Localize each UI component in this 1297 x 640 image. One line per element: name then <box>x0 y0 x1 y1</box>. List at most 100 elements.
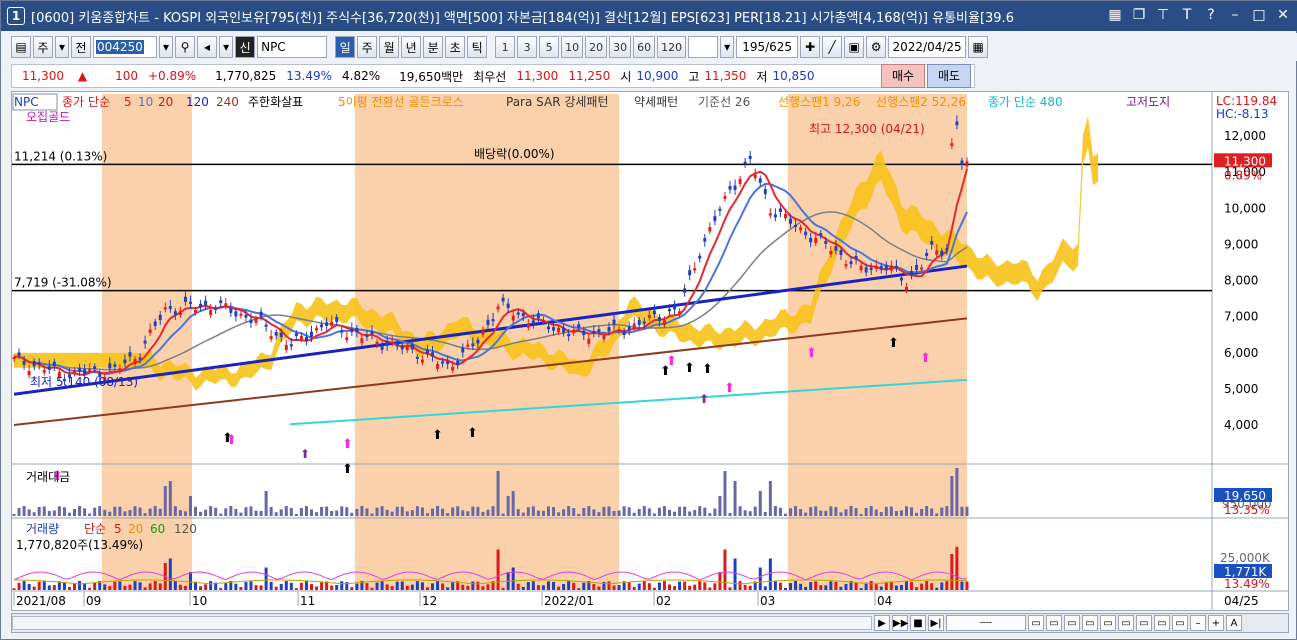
settings-icon[interactable]: ⚙ <box>866 36 887 58</box>
volume-bar <box>27 584 31 590</box>
save-icon[interactable]: ▣ <box>844 36 865 58</box>
period-day-button[interactable]: 일 <box>335 36 356 58</box>
candle-body <box>960 160 964 165</box>
grid-icon[interactable]: ▦ <box>1106 6 1124 24</box>
zoom-in-icon[interactable]: + <box>1208 615 1224 631</box>
period-year-button[interactable]: 년 <box>401 36 422 58</box>
forward-icon[interactable]: ▶▶ <box>892 615 908 631</box>
text-icon[interactable]: A <box>1226 615 1242 631</box>
dropdown-icon[interactable]: ▾ <box>55 36 70 58</box>
layout-icon-3[interactable]: ▭ <box>1064 615 1080 631</box>
current-price: 11,300 ▲ <box>22 69 88 83</box>
period-tick-button[interactable]: 틱 <box>467 36 488 58</box>
calendar-icon[interactable]: ▦ <box>968 36 989 58</box>
trendline-icon[interactable]: ╱ <box>822 36 843 58</box>
interval-1-button[interactable]: 1 <box>495 36 516 58</box>
code-input[interactable]: 004250 <box>93 36 158 58</box>
candle-body <box>814 237 818 244</box>
search-icon[interactable]: ⚲ <box>175 36 196 58</box>
interval-3-button[interactable]: 3 <box>517 36 538 58</box>
layout-icon-4[interactable]: ▭ <box>1082 615 1098 631</box>
interval-60-button[interactable]: 60 <box>633 36 656 58</box>
volume-bar <box>637 583 641 590</box>
volume: 1,770,825 <box>215 69 277 83</box>
volume-bar <box>854 582 858 590</box>
count-field[interactable]: 195/625 <box>736 36 799 58</box>
maximize-icon[interactable]: □ <box>1250 6 1268 24</box>
chart-area[interactable]: ⬆ ⬆ ⬆ ⬆ ⬆ ⬆ ⬆ ⬆ ⬆ ⬆ ⬆ ⬆ ⬆ ⬆ ⬆ ⬆ ⬆ NPC 종가 단순 5 10 20 120 240 주한화… <box>11 91 1289 611</box>
layout-icon-6[interactable]: ▭ <box>1118 615 1134 631</box>
sound-dropdown-icon[interactable]: ▾ <box>219 36 234 58</box>
volume-bar <box>743 584 747 590</box>
layout-icon-5[interactable]: ▭ <box>1100 615 1116 631</box>
interval-30-button[interactable]: 30 <box>609 36 632 58</box>
period-month-button[interactable]: 월 <box>379 36 400 58</box>
restore-icon[interactable]: ❐ <box>1130 6 1148 24</box>
scroll-thumb[interactable] <box>12 616 872 630</box>
x-axis-label: 12 <box>422 594 437 608</box>
chart-scrollbar[interactable]: ▶ ▶▶ ■ ▶| ┄┄ ▭ ▭ ▭ ▭ ▭ ▭ ▭ ▭ ▭ – + A <box>11 613 1289 633</box>
interval-custom-input[interactable] <box>688 36 719 58</box>
amount-bar <box>622 506 626 516</box>
volume-bar <box>123 585 127 590</box>
candle-body <box>123 359 127 364</box>
amount-bar <box>37 506 41 516</box>
volume-ma20: 20 <box>128 522 143 536</box>
stock-chart-svg[interactable]: ⬆⬆⬆ ⬆⬆ ⬆ ⬆⬆⬆⬆ ⬆⬆⬆⬆ ⬆⬆⬆ NPC 종가 단순 5 10 20 120 240 주한화… <box>12 92 1288 610</box>
layout-icon-1[interactable]: ▭ <box>1028 615 1044 631</box>
candle-body <box>476 339 480 344</box>
layout-icon-8[interactable]: ▭ <box>1154 615 1170 631</box>
help-icon[interactable]: ? <box>1202 6 1220 24</box>
legend-senkou2: 선행스팬2 52,26 <box>876 94 966 109</box>
candle-body <box>269 336 273 340</box>
volume-bar <box>113 581 117 590</box>
layout-icon-7[interactable]: ▭ <box>1136 615 1152 631</box>
font-icon[interactable]: T <box>1178 6 1196 24</box>
candle-body <box>789 218 793 224</box>
volume-bar <box>425 587 429 590</box>
date-field[interactable]: 2022/04/25 <box>888 36 967 58</box>
pin-icon[interactable]: ⊤ <box>1154 6 1172 24</box>
candle-body <box>214 307 218 311</box>
period-week-button[interactable]: 주 <box>357 36 378 58</box>
interval-20-button[interactable]: 20 <box>585 36 608 58</box>
zoom-slider[interactable]: ┄┄ <box>946 615 1026 631</box>
prev-button[interactable]: 전 <box>71 36 92 58</box>
sound-icon[interactable]: ◂ <box>197 36 218 58</box>
minimize-icon[interactable]: – <box>1226 6 1244 24</box>
volume-bar <box>778 582 782 590</box>
amount-bar <box>662 506 666 516</box>
stock-name-field[interactable]: NPC <box>257 36 328 58</box>
interval-dropdown-icon[interactable]: ▾ <box>720 36 735 58</box>
layout-icon-2[interactable]: ▭ <box>1046 615 1062 631</box>
period-type-select[interactable]: 주 <box>33 36 53 58</box>
fast-forward-icon[interactable]: ▶| <box>928 615 944 631</box>
zoom-out-icon[interactable]: – <box>1190 615 1206 631</box>
chart-menu-icon[interactable]: ▤ <box>11 36 31 58</box>
amount-bar <box>481 511 485 516</box>
sell-button[interactable]: 매도 <box>927 64 971 88</box>
interval-120-button[interactable]: 120 <box>657 36 687 58</box>
volume-bar <box>355 583 359 590</box>
candle-body <box>284 344 288 351</box>
volume-bar <box>572 582 576 590</box>
period-minute-button[interactable]: 분 <box>423 36 444 58</box>
crosshair-icon[interactable]: ✚ <box>800 36 821 58</box>
interval-10-button[interactable]: 10 <box>561 36 584 58</box>
credit-badge[interactable]: 신 <box>235 36 256 58</box>
amount-bar <box>668 509 672 516</box>
period-second-button[interactable]: 초 <box>445 36 466 58</box>
buy-button[interactable]: 매수 <box>881 64 925 88</box>
close-icon[interactable]: ✕ <box>1274 6 1292 24</box>
volume-bar <box>37 581 41 590</box>
stop-icon[interactable]: ■ <box>910 615 926 631</box>
candle-body <box>446 361 450 365</box>
amount-bar <box>637 508 641 516</box>
interval-5-button[interactable]: 5 <box>539 36 560 58</box>
amount-bar <box>178 510 182 516</box>
layout-icon-9[interactable]: ▭ <box>1172 615 1188 631</box>
legend-kijun: 기준선 26 <box>698 95 750 109</box>
play-icon[interactable]: ▶ <box>874 615 890 631</box>
code-dropdown-icon[interactable]: ▾ <box>159 36 174 58</box>
candle-body <box>83 369 87 375</box>
